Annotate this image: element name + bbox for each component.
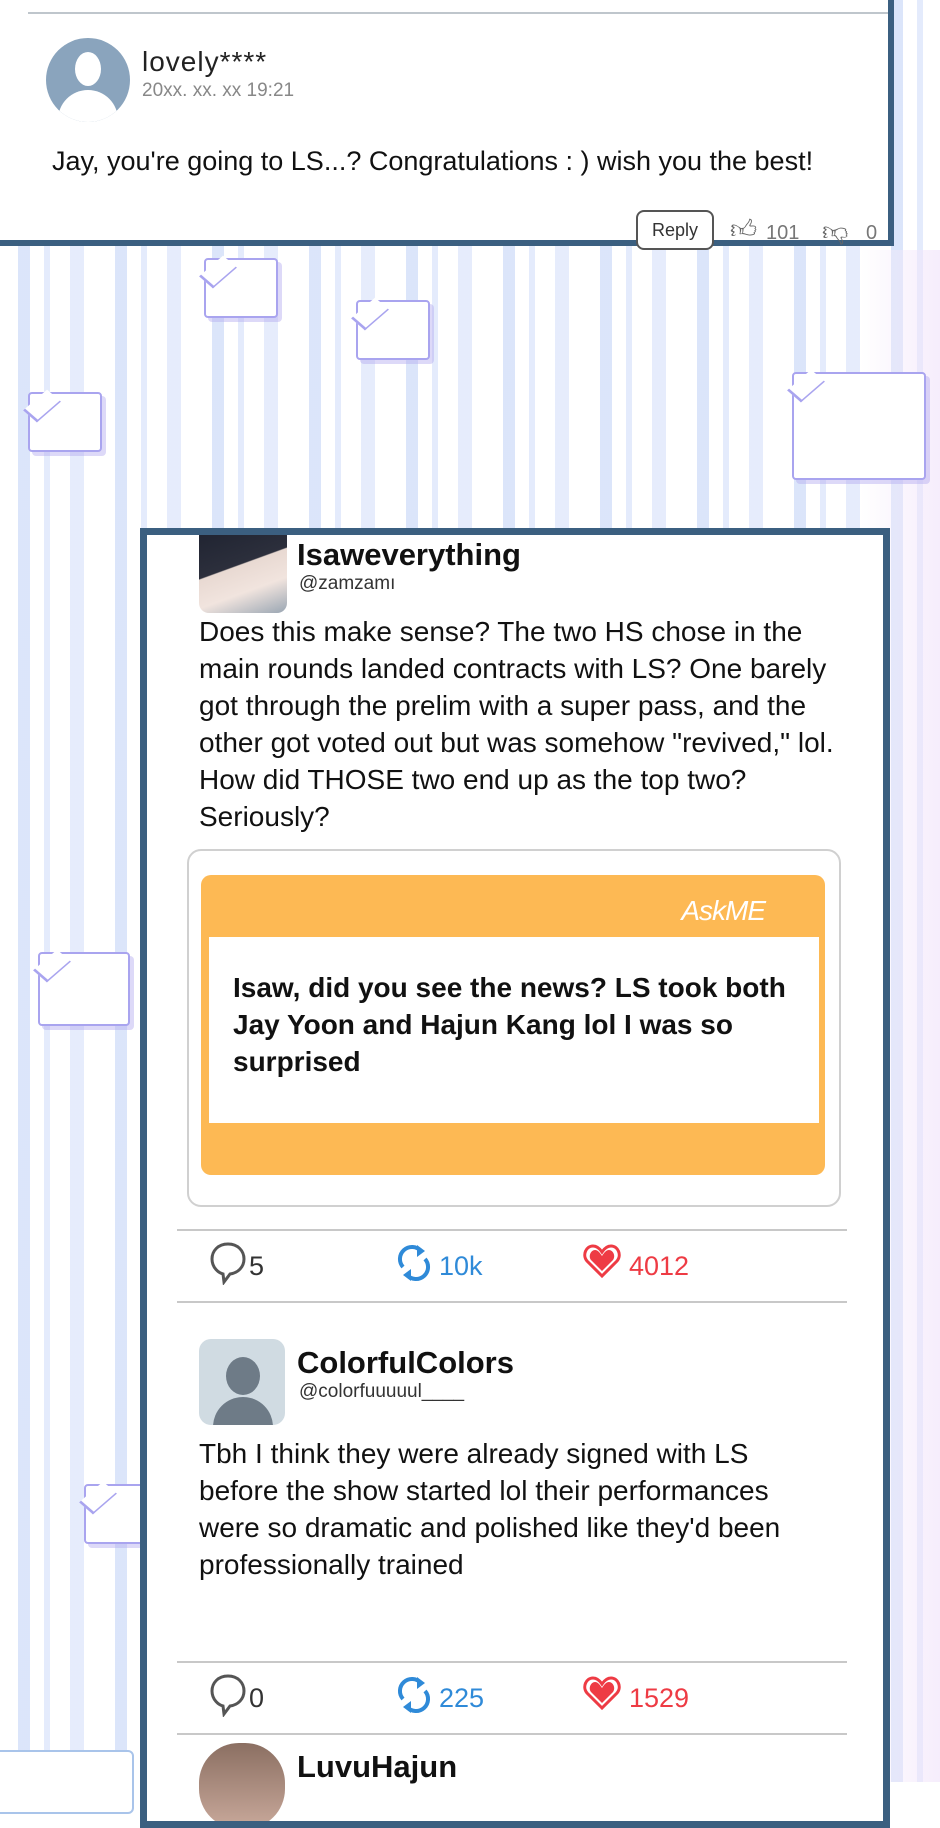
avatar [46, 38, 130, 122]
reply-icon[interactable] [209, 1241, 247, 1294]
divider [28, 12, 888, 14]
speech-bubble-decoration [356, 300, 430, 360]
avatar [199, 1339, 285, 1425]
reply-author-name: LuvuHajun [297, 1749, 458, 1784]
avatar [199, 1743, 285, 1821]
askme-box: AskME Isaw, did you see the news? LS too… [201, 875, 825, 1175]
divider [177, 1229, 847, 1231]
reply-text: Tbh I think they were already signed wit… [199, 1438, 781, 1580]
post-author-name: Isaweverything [297, 537, 521, 572]
divider [177, 1733, 847, 1735]
retweet-count: 225 [439, 1683, 485, 1713]
comment-username: lovely**** [142, 46, 268, 77]
comment-date: 20xx. xx. xx 19:21 [142, 80, 295, 101]
askme-logo: AskME [681, 895, 766, 926]
reply-button[interactable]: Reply [636, 210, 714, 250]
askme-question: Isaw, did you see the news? LS took both… [233, 972, 786, 1077]
dislike-count: 0 [866, 222, 878, 244]
reply-count: 0 [249, 1683, 265, 1713]
retweet-icon[interactable] [395, 1241, 433, 1294]
reply-author-handle: @colorfuuuuul____ [299, 1381, 465, 1402]
thumbs-up-icon[interactable]: 👍︎ [730, 214, 757, 245]
comment-text: Jay, you're going to LS...? Congratulati… [52, 146, 814, 176]
post-author-handle: @zamzamı [299, 573, 396, 594]
speech-bubble-decoration [792, 372, 926, 480]
avatar [199, 535, 287, 613]
like-count: 101 [766, 222, 800, 244]
askme-question-box: Isaw, did you see the news? LS took both… [209, 937, 819, 1123]
comment-panel: lovely**** 20xx. xx. xx 19:21 Jay, you'r… [0, 0, 894, 250]
retweet-icon[interactable] [395, 1673, 433, 1726]
divider [177, 1661, 847, 1663]
post-text: Does this make sense? The two HS chose i… [199, 616, 834, 832]
speech-bubble-decoration [38, 952, 130, 1026]
heart-icon[interactable] [583, 1675, 621, 1720]
retweet-count: 10k [439, 1251, 483, 1281]
speech-bubble-decoration [204, 258, 278, 318]
heart-icon[interactable] [583, 1243, 621, 1288]
social-feed-panel: Isaweverything @zamzamı Does this make s… [140, 528, 890, 1828]
divider [177, 1301, 847, 1303]
like-count: 4012 [629, 1251, 690, 1281]
like-count: 1529 [629, 1683, 690, 1713]
speech-bubble-decoration [28, 392, 102, 452]
reply-author-name: ColorfulColors [297, 1345, 514, 1380]
reply-count: 5 [249, 1251, 265, 1281]
corner-panel-decoration [0, 1750, 134, 1814]
embedded-askme-card[interactable]: AskME Isaw, did you see the news? LS too… [187, 849, 841, 1207]
reply-icon[interactable] [209, 1673, 247, 1726]
thumbs-down-icon[interactable]: 👎︎ [822, 216, 848, 247]
